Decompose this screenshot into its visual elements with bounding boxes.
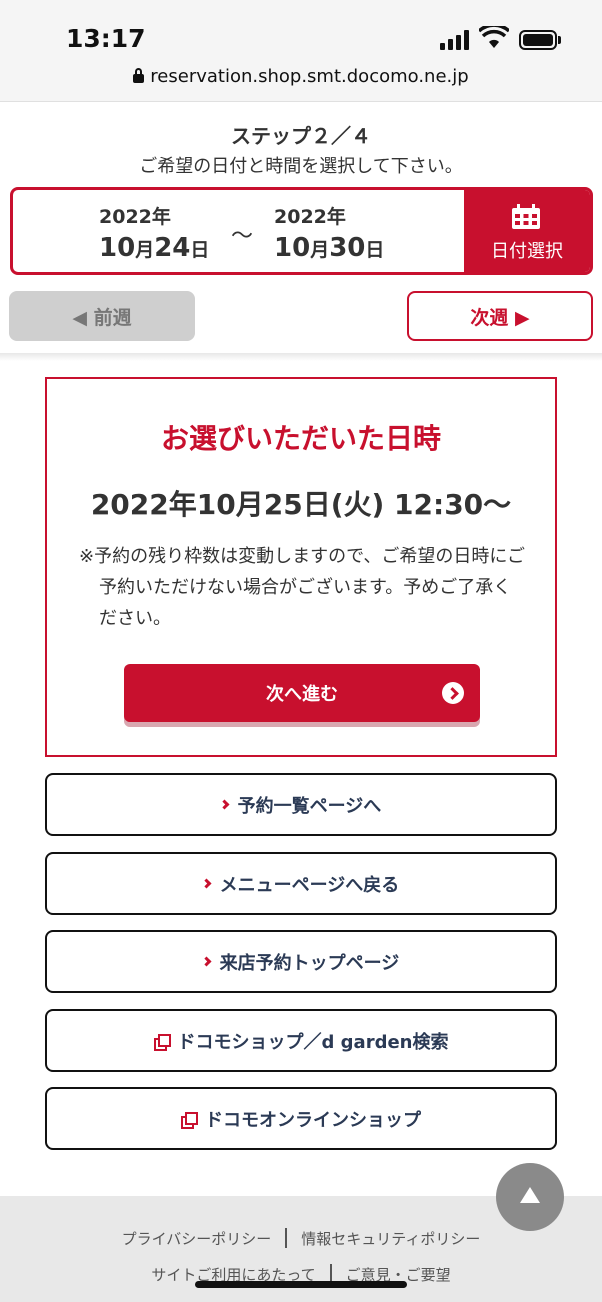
calendar-icon <box>512 204 540 229</box>
scroll-to-top-button[interactable] <box>496 1163 564 1231</box>
end-year: 2022年 <box>274 206 346 228</box>
chevron-right-icon <box>201 878 212 889</box>
external-link-icon <box>153 1033 171 1051</box>
cellular-signal-icon <box>440 30 472 50</box>
range-end: 2022年 10月30日 <box>274 202 384 263</box>
security-policy-link[interactable]: 情報セキュリティポリシー <box>301 1228 480 1249</box>
back-to-menu-link[interactable]: メニューページへ戻る <box>45 852 557 915</box>
end-date: 10月30日 <box>274 233 385 263</box>
date-select-label: 日付選択 <box>491 241 563 262</box>
range-separator: 〜 <box>231 224 254 249</box>
start-year: 2022年 <box>99 206 171 228</box>
date-select-button[interactable]: 日付選択 <box>464 190 590 272</box>
address-bar[interactable]: reservation.shop.smt.docomo.ne.jp <box>0 66 602 87</box>
online-shop-link[interactable]: ドコモオンラインショップ <box>45 1087 557 1150</box>
chevron-right-icon <box>201 956 212 967</box>
wifi-icon <box>479 26 509 48</box>
privacy-policy-link[interactable]: プライバシーポリシー <box>122 1228 272 1249</box>
home-indicator <box>195 1281 407 1288</box>
previous-week-button[interactable]: ◀ 前週 <box>9 291 195 341</box>
browser-status-bar: 13:17 reservation.shop.smt.docomo.ne.jp <box>0 0 602 102</box>
date-range-panel: 2022年 10月24日 〜 2022年 10月30日 日付選択 <box>10 187 593 275</box>
selected-datetime: 2022年10月25日(火) 12:30〜 <box>90 488 512 521</box>
next-week-button[interactable]: 次週 ▶ <box>407 291 593 341</box>
reservation-top-link[interactable]: 来店予約トップページ <box>45 930 557 993</box>
proceed-button[interactable]: 次へ進む <box>124 664 480 722</box>
status-time: 13:17 <box>66 24 146 53</box>
start-date: 10月24日 <box>99 233 210 263</box>
reservation-list-link[interactable]: 予約一覧ページへ <box>45 773 557 836</box>
url-text: reservation.shop.smt.docomo.ne.jp <box>150 66 469 87</box>
battery-icon <box>519 30 557 50</box>
selected-datetime-card: お選びいただいた日時 2022年10月25日(火) 12:30〜 ※予約の残り枠… <box>45 377 557 757</box>
proceed-label: 次へ進む <box>266 684 338 705</box>
availability-note: ※予約の残り枠数は変動しますので、ご希望の日時にご予約いただけない場合がございま… <box>79 546 525 629</box>
lock-icon <box>133 68 145 83</box>
chevron-right-icon <box>219 799 230 810</box>
step-indicator: ステップ２／４ <box>231 124 371 148</box>
arrow-circle-right-icon <box>442 682 464 704</box>
range-start: 2022年 10月24日 <box>99 202 209 263</box>
shop-search-link[interactable]: ドコモショップ／d garden検索 <box>45 1009 557 1072</box>
external-link-icon <box>181 1111 198 1129</box>
step-instruction: ご希望の日付と時間を選択して下さい。 <box>139 156 463 177</box>
selection-heading: お選びいただいた日時 <box>160 422 441 455</box>
